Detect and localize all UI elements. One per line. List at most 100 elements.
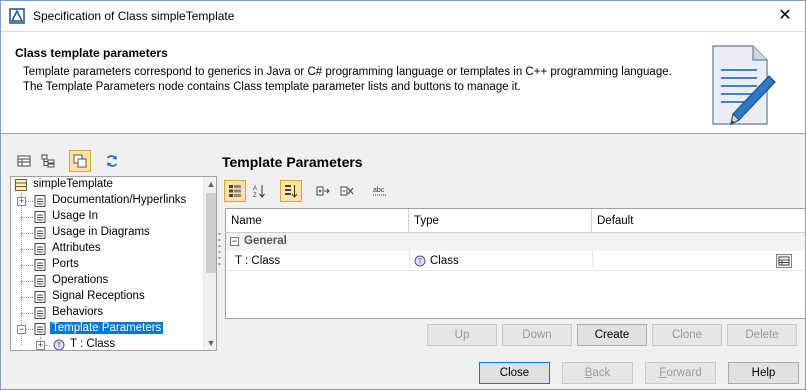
tree-item-usage-in[interactable]: Usage In — [11, 209, 203, 225]
cell-type[interactable]: Class — [421, 251, 459, 271]
down-button[interactable]: Down — [502, 324, 572, 346]
scroll-down-icon[interactable]: ▼ — [204, 336, 216, 350]
copy-view-button[interactable] — [69, 150, 91, 172]
expand-all-button[interactable] — [312, 180, 334, 202]
back-label-rest: ack — [592, 367, 611, 379]
column-header-type[interactable]: Type — [409, 209, 592, 233]
cell-default[interactable] — [592, 251, 601, 271]
expand-icon — [316, 186, 330, 196]
page-icon — [34, 195, 46, 207]
tree-child-template-parameter[interactable]: + T T : Class — [11, 337, 203, 350]
forward-button[interactable]: Forward — [645, 362, 716, 384]
create-button[interactable]: Create — [577, 324, 647, 346]
page-icon — [34, 291, 46, 303]
table-view-button[interactable] — [13, 150, 35, 172]
tree-root[interactable]: simpleTemplate — [11, 177, 203, 193]
group-row-general[interactable]: − General — [226, 233, 805, 251]
column-header-name[interactable]: Name — [226, 209, 409, 233]
tree-connector — [21, 297, 33, 298]
help-button[interactable]: Help — [728, 362, 799, 384]
tree-item-label: Operations — [52, 274, 109, 286]
template-parameter-icon: T — [53, 339, 65, 350]
tree-item-behaviors[interactable]: Behaviors — [11, 305, 203, 321]
tree-item-template-parameters[interactable]: − Template Parameters — [11, 321, 203, 337]
tree-connector — [21, 217, 33, 218]
window-title: Specification of Class simpleTemplate — [33, 9, 235, 23]
tree-connector — [21, 233, 33, 234]
group-label: General — [244, 235, 287, 247]
collapse-all-button[interactable] — [336, 180, 358, 202]
sort-button[interactable] — [280, 180, 302, 202]
clone-button[interactable]: Clone — [652, 324, 722, 346]
class-icon — [15, 179, 27, 191]
tree-item-label: Template Parameters — [50, 322, 164, 334]
tree-item-label: Ports — [52, 258, 79, 270]
refresh-button[interactable] — [101, 150, 123, 172]
tree-view-button[interactable] — [37, 150, 59, 172]
specification-tree: simpleTemplate + Documentation/Hyperlink… — [10, 176, 217, 351]
scrollbar-thumb[interactable] — [206, 193, 216, 273]
copy-view-icon — [73, 154, 87, 168]
page-icon — [34, 243, 46, 255]
tree-item-label: Usage in Diagrams — [52, 226, 150, 238]
svg-text:Z: Z — [253, 193, 257, 198]
tree-item-label: Attributes — [52, 242, 101, 254]
up-button[interactable]: Up — [427, 324, 497, 346]
back-button[interactable]: Back — [562, 362, 633, 384]
edit-default-button[interactable] — [776, 254, 792, 268]
template-parameters-grid: Name Type Default − General T : Class T … — [225, 208, 806, 319]
collapse-toggle-icon[interactable]: − — [230, 237, 239, 246]
tree-item-documentation[interactable]: + Documentation/Hyperlinks — [11, 193, 203, 209]
app-icon — [9, 8, 25, 24]
categorize-button[interactable] — [224, 180, 246, 202]
tree-connector — [21, 249, 33, 250]
description-header: Class template parameters Template param… — [1, 31, 805, 134]
document-pencil-icon — [712, 45, 776, 126]
tree-connector — [21, 281, 33, 282]
tree-item-signal-receptions[interactable]: Signal Receptions — [11, 289, 203, 305]
page-icon — [34, 307, 46, 319]
tree-view-icon — [41, 154, 55, 168]
page-icon — [34, 227, 46, 239]
close-button[interactable]: Close — [479, 362, 550, 384]
close-window-button[interactable]: ✕ — [771, 5, 799, 27]
page-icon — [34, 275, 46, 287]
tree-item-ports[interactable]: Ports — [11, 257, 203, 273]
tree-scrollbar[interactable]: ▲ ▼ — [203, 177, 216, 350]
tree-item-attributes[interactable]: Attributes — [11, 241, 203, 257]
page-icon — [34, 323, 46, 335]
tree-item-usage-in-diagrams[interactable]: Usage in Diagrams — [11, 225, 203, 241]
header-description: Template parameters correspond to generi… — [23, 66, 672, 93]
categorize-icon — [229, 185, 241, 197]
title-bar: Specification of Class simpleTemplate ✕ — [1, 1, 805, 31]
dialog-body: simpleTemplate + Documentation/Hyperlink… — [1, 135, 806, 355]
svg-text:T: T — [57, 343, 62, 350]
svg-text:abc: abc — [373, 187, 385, 194]
sort-az-button[interactable]: A Z — [248, 180, 270, 202]
specification-dialog: Specification of Class simpleTemplate ✕ … — [0, 0, 806, 390]
tree-item-label: Behaviors — [52, 306, 104, 318]
tree-item-operations[interactable]: Operations — [11, 273, 203, 289]
forward-label-rest: orward — [666, 367, 702, 379]
spell-check-button[interactable]: abc — [368, 180, 390, 202]
grid-header: Name Type Default — [226, 209, 805, 233]
column-header-default[interactable]: Default — [592, 209, 805, 233]
sort-az-icon: A Z — [253, 185, 265, 198]
expand-toggle-icon[interactable]: + — [36, 341, 45, 350]
page-icon — [34, 259, 46, 271]
expand-toggle-icon[interactable]: + — [17, 197, 26, 206]
table-row[interactable]: T : Class T Class — [226, 251, 805, 271]
delete-button[interactable]: Delete — [727, 324, 797, 346]
collapse-toggle-icon[interactable]: − — [17, 325, 26, 334]
page-icon — [34, 211, 46, 223]
tree-item-label: T : Class — [70, 338, 116, 350]
header-title: Class template parameters — [15, 46, 168, 60]
tree-item-label: Signal Receptions — [52, 290, 145, 302]
collapse-icon — [340, 186, 354, 196]
table-view-icon — [17, 155, 31, 167]
scroll-up-icon[interactable]: ▲ — [204, 177, 216, 191]
cell-name[interactable]: T : Class — [226, 251, 280, 271]
refresh-icon — [106, 155, 118, 167]
tree-connector — [21, 265, 33, 266]
splitter-handle[interactable] — [218, 230, 221, 270]
